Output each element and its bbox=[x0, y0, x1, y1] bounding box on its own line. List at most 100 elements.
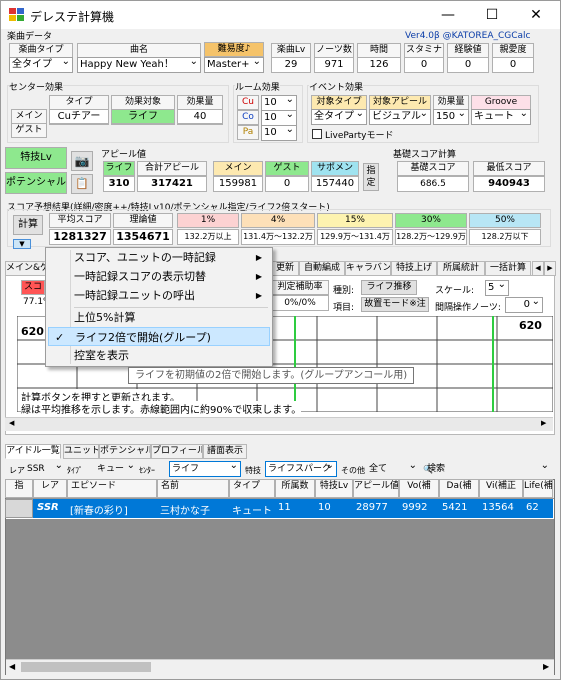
cell-affiliation: 11 bbox=[278, 502, 291, 513]
pct15-header: 15% bbox=[317, 213, 393, 228]
type-filter-select[interactable]: キュー bbox=[95, 462, 137, 476]
appeal-section-label: アピール値 bbox=[101, 150, 147, 160]
tab-auto-formation[interactable]: 自動編成 bbox=[299, 261, 345, 276]
table-cells: 指 レア エピソード 名前 タイプ 所属数 特技Lv アピール値 Vo(補 Da… bbox=[5, 479, 555, 521]
calculate-button[interactable]: 計算 bbox=[13, 215, 43, 235]
col-header-episode[interactable]: エピソード bbox=[67, 479, 157, 498]
menu-item-temp-record[interactable]: スコア、ユニットの一時記録 ▶ bbox=[48, 248, 270, 267]
judge-value: 0%/0% bbox=[271, 295, 329, 311]
room-cu-input[interactable]: 10 bbox=[261, 95, 297, 111]
tab-affiliation[interactable]: 所属統計 bbox=[437, 261, 485, 276]
song-type-select[interactable]: 全タイプ bbox=[9, 57, 73, 73]
menu-item-top5[interactable]: 上位5%計算 bbox=[48, 308, 270, 327]
room-co-input[interactable]: 10 bbox=[261, 110, 297, 126]
cell-name: 三村かな子 bbox=[160, 506, 210, 517]
tab-update[interactable]: 更新 bbox=[271, 261, 299, 276]
menu-item-recall-unit[interactable]: 一時記録ユニットの呼出 ▶ bbox=[48, 286, 270, 305]
tab-profile[interactable]: プロフィール bbox=[151, 444, 203, 459]
event-type-select[interactable]: 全タイプ bbox=[311, 109, 367, 125]
appeal-guest-value: 0 bbox=[265, 176, 309, 192]
scroll-right-icon[interactable]: ▶ bbox=[543, 662, 549, 671]
cell-mark[interactable] bbox=[5, 499, 33, 518]
event-groove-select[interactable]: キュート bbox=[471, 109, 531, 125]
graph-hscrollbar[interactable] bbox=[5, 417, 553, 431]
col-header-mark[interactable]: 指 bbox=[5, 479, 33, 498]
rarity-filter-label: レア bbox=[9, 466, 25, 475]
interval-input[interactable]: 0 bbox=[505, 297, 543, 313]
skill-level-button[interactable]: 特技Lv bbox=[5, 147, 67, 169]
scroll-left-icon[interactable]: ◀ bbox=[9, 662, 15, 671]
col-header-life[interactable]: Life(補 bbox=[523, 479, 553, 498]
theory-value: 1354671 bbox=[113, 229, 173, 245]
pct1-value: 132.2万以上 bbox=[177, 229, 239, 245]
song-type-header: 楽曲タイプ bbox=[9, 43, 73, 58]
song-name-select[interactable]: Happy New Yeah！ bbox=[77, 57, 201, 73]
col-header-da[interactable]: Da(補 bbox=[439, 479, 479, 498]
rarity-filter-select[interactable]: SSR bbox=[25, 462, 65, 476]
item-label: 項目: bbox=[333, 303, 355, 313]
tab-idol-list[interactable]: アイドル一覧 bbox=[5, 444, 61, 459]
center-filter-select[interactable]: ライフ bbox=[169, 461, 241, 477]
tab-unit[interactable]: ユニット bbox=[63, 444, 99, 459]
menu-item-toggle-score[interactable]: 一時記録スコアの表示切替 ▶ bbox=[48, 267, 270, 286]
event-groove-header: Groove bbox=[471, 95, 531, 110]
skill-filter-select[interactable]: ライフスパーク bbox=[265, 461, 337, 477]
event-amount-input[interactable]: 150 bbox=[433, 109, 469, 125]
col-header-skill-level[interactable]: 特技Lv bbox=[315, 479, 353, 498]
tab-potential[interactable]: ポテンシャル bbox=[99, 444, 151, 459]
search-select[interactable]: 検索 bbox=[425, 462, 551, 476]
center-section-label: センター効果 bbox=[9, 80, 64, 93]
copy-icon[interactable]: 📋 bbox=[71, 174, 93, 194]
tab-chart-view[interactable]: 譜面表示 bbox=[203, 444, 247, 459]
col-header-type[interactable]: タイプ bbox=[229, 479, 275, 498]
scroll-thumb[interactable] bbox=[21, 662, 151, 672]
col-header-name[interactable]: 名前 bbox=[157, 479, 229, 498]
center-target-header: 効果対象 bbox=[111, 95, 175, 110]
mode-button[interactable]: 故置モード※注 bbox=[361, 297, 429, 312]
tab-caravan[interactable]: キャラバン bbox=[345, 261, 391, 276]
menu-item-life-double[interactable]: ✓ ライフ2倍で開始(グループ) bbox=[48, 327, 270, 346]
exp-value: 0 bbox=[447, 57, 489, 73]
menu-item-waiting-room[interactable]: 控室を表示 bbox=[48, 346, 270, 365]
tab-batch-calc[interactable]: 一括計算 bbox=[485, 261, 531, 276]
col-header-rarity[interactable]: レア bbox=[33, 479, 67, 498]
pct50-header: 50% bbox=[469, 213, 541, 228]
base-section-label: 基礎スコア計算 bbox=[393, 150, 457, 160]
cell-episode: [新春の彩り] bbox=[70, 506, 128, 517]
life-transition-button[interactable]: ライフ推移 bbox=[361, 280, 417, 295]
room-pa-input[interactable]: 10 bbox=[261, 125, 297, 141]
graph-max-right: 620 bbox=[519, 319, 542, 332]
col-header-vo[interactable]: Vo(補 bbox=[399, 479, 439, 498]
other-filter-label: その他 bbox=[341, 466, 365, 475]
maximize-button[interactable]: ☐ bbox=[470, 1, 514, 29]
hscroll-left-icon[interactable]: ◀ bbox=[9, 419, 14, 427]
tab-skill-up[interactable]: 特技上げ bbox=[391, 261, 437, 276]
tab-scroll-right-icon[interactable]: ▶ bbox=[544, 261, 556, 276]
graph-max-left: 620 bbox=[21, 325, 44, 338]
other-filter-select[interactable]: 全て bbox=[367, 462, 419, 476]
scale-input[interactable]: 5 bbox=[485, 280, 509, 296]
appeal-total-value: 317421 bbox=[137, 176, 207, 192]
col-header-vi[interactable]: Vi(補正 bbox=[479, 479, 523, 498]
splitter[interactable] bbox=[1, 437, 560, 441]
cell-appeal: 28977 bbox=[356, 502, 388, 513]
event-appeal-select[interactable]: ビジュアル bbox=[369, 109, 431, 125]
specify-button[interactable]: 指定 bbox=[363, 163, 379, 191]
col-header-affiliation[interactable]: 所属数 bbox=[275, 479, 315, 498]
tab-main-guest[interactable]: メイン&ゲ bbox=[5, 261, 49, 276]
difficulty-select[interactable]: Master+ bbox=[204, 57, 264, 73]
liveparty-checkbox[interactable] bbox=[312, 129, 322, 139]
appeal-guest-header: ゲスト bbox=[265, 161, 309, 176]
note-line2: 緑は平均推移を示します。赤線範囲内に約90%で収束します。 bbox=[21, 401, 302, 416]
dropdown-arrow-icon[interactable]: ▼ bbox=[13, 239, 31, 249]
camera-icon[interactable]: 📷 bbox=[71, 151, 93, 171]
tab-scroll-left-icon[interactable]: ◀ bbox=[532, 261, 544, 276]
potential-button[interactable]: ポテンシャル bbox=[5, 172, 67, 194]
col-header-appeal[interactable]: アピール値 bbox=[353, 479, 399, 498]
appeal-total-header: 合計アピール bbox=[137, 161, 207, 176]
minimize-button[interactable]: — bbox=[426, 1, 470, 29]
avg-score-value: 1281327 bbox=[49, 229, 111, 245]
hscroll-right-icon[interactable]: ▶ bbox=[541, 419, 546, 427]
event-appeal-header: 対象アピール bbox=[369, 95, 431, 110]
close-button[interactable]: ✕ bbox=[514, 1, 558, 29]
